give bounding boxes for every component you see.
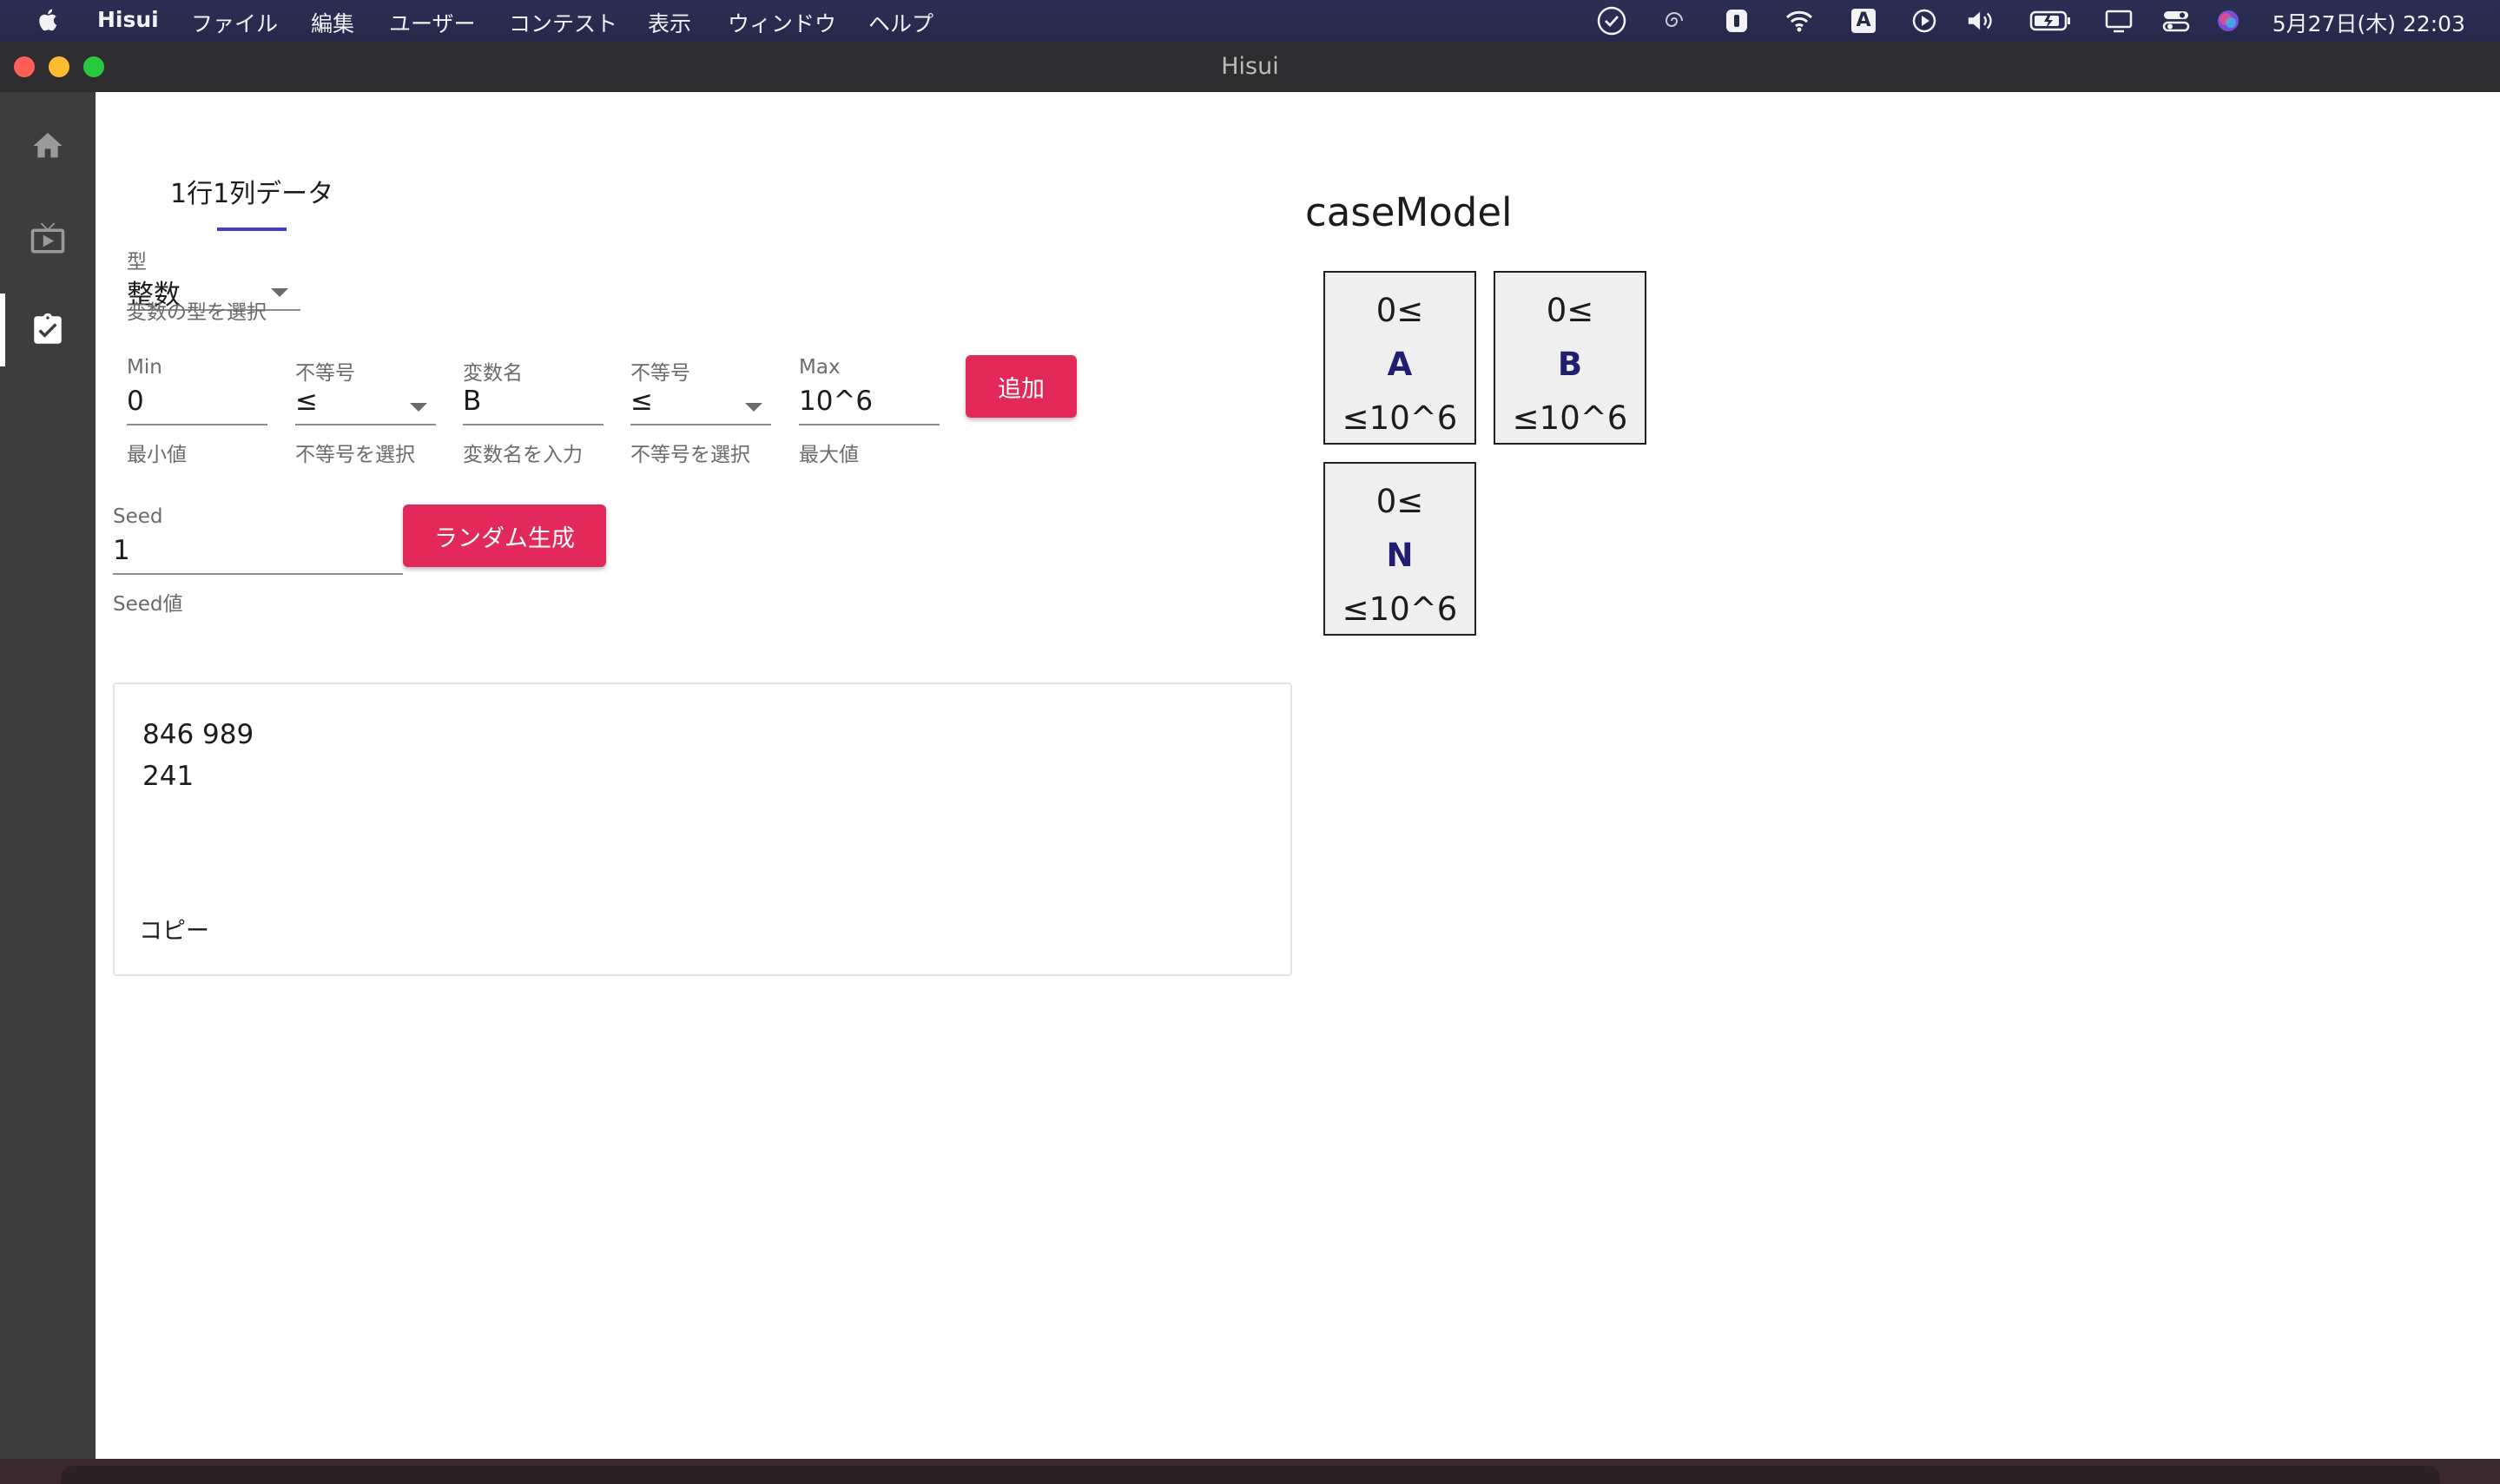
battery-icon[interactable] bbox=[2028, 5, 2074, 36]
sidebar-item-testcase[interactable] bbox=[0, 294, 96, 366]
menu-user[interactable]: ユーザー bbox=[389, 7, 476, 38]
var-name-input[interactable]: B bbox=[463, 380, 604, 425]
window-title: Hisui bbox=[1221, 53, 1279, 80]
menu-file[interactable]: ファイル bbox=[191, 7, 278, 38]
seed-hint: Seed値 bbox=[113, 593, 183, 616]
seed-label: Seed bbox=[113, 505, 163, 528]
min-input[interactable]: 0 bbox=[127, 380, 267, 425]
min-hint: 最小値 bbox=[127, 444, 187, 466]
spiral-icon[interactable] bbox=[1659, 5, 1690, 36]
chevron-down-icon bbox=[745, 403, 762, 412]
var-name-value: B bbox=[463, 386, 482, 417]
random-generate-button[interactable]: ランダム生成 bbox=[403, 505, 606, 567]
check-circle-icon[interactable] bbox=[1596, 5, 1627, 36]
menu-bar: Hisui ファイル 編集 ユーザー コンテスト 表示 ウィンドウ ヘルプ A … bbox=[0, 0, 2500, 42]
variable-upper-bound: ≤10^6 bbox=[1342, 399, 1458, 437]
variable-name: A bbox=[1387, 346, 1413, 383]
variable-lower-bound: 0≤ bbox=[1375, 483, 1424, 520]
max-input[interactable]: 10^6 bbox=[799, 380, 940, 425]
op2-select-underline bbox=[630, 424, 771, 425]
case-variable-card[interactable]: 0≤ N ≤10^6 bbox=[1323, 462, 1476, 636]
variable-lower-bound: 0≤ bbox=[1375, 292, 1424, 329]
case-variable-card[interactable]: 0≤ B ≤10^6 bbox=[1494, 271, 1646, 445]
add-button[interactable]: 追加 bbox=[966, 355, 1077, 418]
variable-name: B bbox=[1557, 346, 1583, 383]
menubar-clock[interactable]: 5月27日(木) 22:03 bbox=[2272, 7, 2465, 38]
variable-upper-bound: ≤10^6 bbox=[1342, 590, 1458, 628]
op1-select[interactable]: ≤ bbox=[295, 380, 436, 425]
control-center-icon[interactable] bbox=[2160, 5, 2192, 36]
max-input-value: 10^6 bbox=[799, 386, 874, 417]
siri-icon[interactable] bbox=[2213, 5, 2244, 36]
home-icon bbox=[33, 133, 63, 158]
app-window: Hisui 1行1列データ 型 整数 変数の型を選択 Min 0 最小値 不等号… bbox=[0, 42, 2500, 1459]
apple-logo-icon[interactable] bbox=[35, 5, 63, 35]
variable-upper-bound: ≤10^6 bbox=[1512, 399, 1628, 437]
menu-help[interactable]: ヘルプ bbox=[868, 7, 933, 38]
seed-input[interactable]: 1 bbox=[113, 530, 403, 575]
wifi-icon[interactable] bbox=[1784, 5, 1815, 36]
sidebar-item-home[interactable] bbox=[0, 109, 96, 182]
op2-select-value: ≤ bbox=[630, 386, 653, 417]
main-content: 1行1列データ 型 整数 変数の型を選択 Min 0 最小値 不等号 ≤ 不等号… bbox=[96, 92, 2500, 1459]
var-hint: 変数名を入力 bbox=[463, 444, 583, 466]
copy-button[interactable]: コピー bbox=[139, 912, 209, 946]
op1-select-underline bbox=[295, 424, 436, 425]
window-titlebar: Hisui bbox=[0, 42, 2500, 93]
seed-input-underline bbox=[113, 573, 403, 575]
variable-name: N bbox=[1386, 537, 1414, 574]
tv-play-icon bbox=[30, 222, 65, 254]
max-input-underline bbox=[799, 424, 940, 425]
seed-input-value: 1 bbox=[113, 535, 130, 566]
op2-hint: 不等号を選択 bbox=[630, 444, 750, 466]
case-model-title: caseModel bbox=[1305, 189, 1513, 235]
dock[interactable] bbox=[61, 1466, 2440, 1484]
case-variable-card[interactable]: 0≤ A ≤10^6 bbox=[1323, 271, 1476, 445]
play-circle-icon[interactable] bbox=[1909, 5, 1940, 36]
input-source-letter: A bbox=[1851, 9, 1876, 33]
app-menu[interactable]: Hisui bbox=[97, 7, 159, 32]
tab-indicator bbox=[217, 228, 287, 231]
max-hint: 最大値 bbox=[799, 444, 859, 466]
sidebar-item-contest[interactable] bbox=[0, 201, 96, 274]
min-input-underline bbox=[127, 424, 267, 425]
output-card: 846 989 241 コピー bbox=[113, 683, 1292, 976]
display-icon[interactable] bbox=[2103, 5, 2134, 36]
min-input-value: 0 bbox=[127, 386, 144, 417]
type-hint: 変数の型を選択 bbox=[127, 301, 267, 324]
password-manager-icon[interactable] bbox=[1721, 5, 1752, 36]
tab-single-row-data[interactable]: 1行1列データ bbox=[170, 172, 333, 210]
op1-hint: 不等号を選択 bbox=[295, 444, 415, 466]
var-name-underline bbox=[463, 424, 604, 425]
volume-icon[interactable] bbox=[1966, 5, 1997, 36]
input-source-icon[interactable]: A bbox=[1848, 5, 1879, 36]
menu-contest[interactable]: コンテスト bbox=[509, 7, 617, 38]
max-label: Max bbox=[799, 356, 841, 379]
op2-select[interactable]: ≤ bbox=[630, 380, 771, 425]
chevron-down-icon bbox=[410, 403, 427, 412]
variable-lower-bound: 0≤ bbox=[1546, 292, 1594, 329]
menu-window[interactable]: ウィンドウ bbox=[728, 7, 836, 38]
generated-output-text[interactable]: 846 989 241 bbox=[142, 714, 254, 797]
menu-edit[interactable]: 編集 bbox=[311, 7, 354, 38]
chevron-down-icon bbox=[271, 288, 288, 297]
menu-view[interactable]: 表示 bbox=[648, 7, 691, 38]
sidebar-nav bbox=[0, 92, 96, 1459]
min-label: Min bbox=[127, 356, 162, 379]
dock-strip bbox=[0, 1459, 2500, 1484]
op1-select-value: ≤ bbox=[295, 386, 318, 417]
active-indicator bbox=[0, 294, 5, 366]
clipboard-check-icon bbox=[34, 313, 62, 344]
